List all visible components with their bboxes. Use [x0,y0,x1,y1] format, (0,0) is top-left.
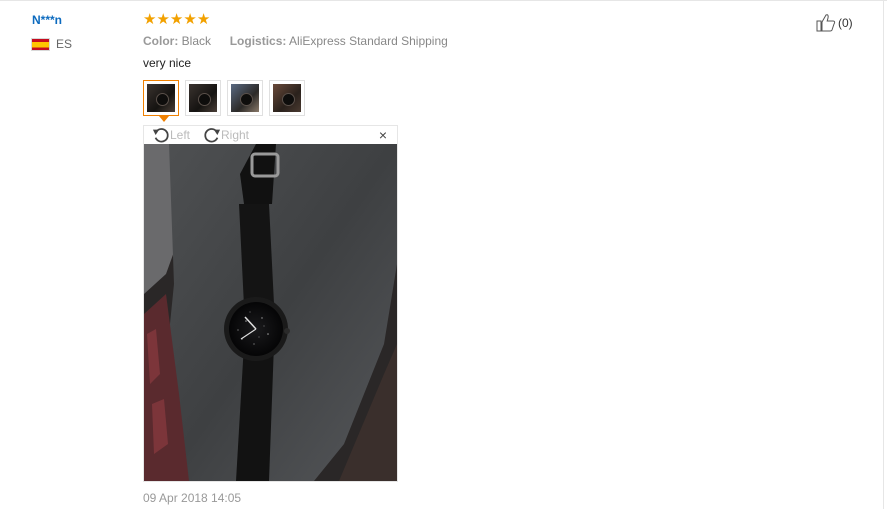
photo-thumbnail[interactable] [143,80,179,116]
star-icon: ★ [143,11,157,28]
star-icon: ★ [196,11,211,28]
thumbs-up-icon [816,14,836,32]
photo-thumbnail[interactable] [227,80,263,116]
helpful-button[interactable]: (0) [816,13,853,32]
logistics-value: AliExpress Standard Shipping [289,34,448,48]
rotate-right-label: Right [221,128,250,142]
viewer-toolbar: Left Right × [144,126,397,144]
star-icon: ★ [183,11,197,28]
review-photo-thumbnails [143,80,311,116]
review-text: very nice [143,56,192,70]
color-value: Black [181,34,212,48]
rotate-right-icon [204,128,221,143]
reviewer-name[interactable]: N***n [32,13,62,27]
logistics-label: Logistics: [229,34,287,48]
star-icon: ★ [156,11,170,28]
rotate-left-label: Left [170,128,191,142]
star-icon: ★ [169,11,184,28]
close-icon[interactable]: × [379,128,387,142]
right-divider [883,0,884,509]
rotate-left-icon [152,128,169,143]
review-photo-large [144,144,397,481]
photo-viewer: Left Right × [143,125,398,482]
top-divider [0,0,887,1]
review-date: 09 Apr 2018 14:05 [143,491,242,505]
order-details: Color: Black Logistics: AliExpress Stand… [143,34,448,48]
rotate-left-button[interactable]: Left [152,126,190,144]
selected-thumbnail-pointer [159,116,169,122]
helpful-count: (0) [838,15,853,30]
watch-photo [144,144,397,481]
color-label: Color: [143,34,179,48]
rotate-right-button[interactable]: Right [203,126,249,144]
reviewer-country: ES [31,37,72,51]
spain-flag-icon [31,37,50,51]
photo-thumbnail[interactable] [269,80,305,116]
star-rating: ★ ★ ★ ★ ★ [143,11,210,28]
country-code: ES [56,37,73,51]
photo-thumbnail[interactable] [185,80,221,116]
